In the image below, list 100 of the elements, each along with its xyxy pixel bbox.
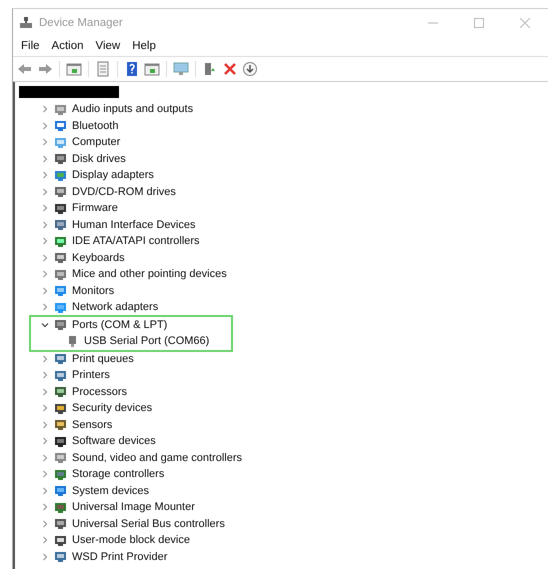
- collapse-chevron[interactable]: [41, 320, 49, 329]
- device-icon: [54, 368, 67, 382]
- tree-item[interactable]: Ports (COM & LPT): [72, 318, 168, 331]
- expand-chevron[interactable]: [41, 503, 49, 512]
- tree-item[interactable]: Processors: [72, 386, 128, 398]
- tree-item[interactable]: Printers: [72, 369, 110, 382]
- device-icon: [54, 402, 67, 415]
- menu-item[interactable]: Action: [46, 40, 90, 52]
- tree-item[interactable]: Bluetooth: [72, 120, 118, 132]
- device-icon: [54, 136, 67, 149]
- tree-item[interactable]: Universal Serial Bus controllers: [72, 518, 225, 530]
- expand-chevron[interactable]: [41, 354, 49, 363]
- window-title: Device Manager: [39, 16, 124, 28]
- device-add-icon[interactable]: [202, 61, 218, 77]
- window-icon[interactable]: [144, 61, 160, 77]
- expand-chevron[interactable]: [41, 122, 49, 130]
- expand-chevron[interactable]: [41, 437, 49, 446]
- menu-item[interactable]: View: [90, 40, 126, 52]
- tree-item[interactable]: Print queues: [72, 352, 134, 365]
- tree-item[interactable]: Firmware: [72, 202, 118, 214]
- expand-chevron[interactable]: [41, 486, 49, 495]
- window-icon[interactable]: [66, 61, 82, 77]
- close-icon[interactable]: [520, 18, 530, 28]
- tree-item[interactable]: WSD Print Provider: [72, 550, 168, 563]
- expand-chevron[interactable]: [41, 470, 49, 478]
- expand-chevron[interactable]: [41, 303, 49, 312]
- expand-chevron[interactable]: [41, 254, 49, 262]
- tree-item[interactable]: Sound, video and game controllers: [72, 452, 242, 464]
- device-icon: [54, 500, 67, 514]
- tree-item[interactable]: Mice and other pointing devices: [72, 268, 227, 280]
- device-icon: [54, 251, 67, 264]
- device-icon: [54, 202, 67, 215]
- expand-chevron[interactable]: [41, 404, 49, 412]
- device-icon: [54, 185, 67, 198]
- device-icon: [54, 434, 67, 448]
- tree-item[interactable]: Security devices: [72, 402, 152, 414]
- download-icon[interactable]: [242, 61, 258, 77]
- expand-chevron[interactable]: [41, 237, 49, 246]
- expand-chevron[interactable]: [41, 552, 49, 561]
- expand-chevron[interactable]: [41, 286, 49, 295]
- expand-chevron[interactable]: [41, 171, 49, 180]
- device-icon: [54, 484, 67, 498]
- expand-chevron[interactable]: [41, 270, 49, 278]
- tree-item[interactable]: Universal Image Mounter: [72, 501, 195, 514]
- tree-item[interactable]: IDE ATA/ATAPI controllers: [72, 235, 200, 248]
- expand-chevron[interactable]: [41, 220, 49, 229]
- maximize-icon[interactable]: [474, 18, 484, 28]
- expand-chevron[interactable]: [41, 188, 49, 196]
- device-icon: [54, 550, 67, 564]
- device-icon: [54, 418, 67, 432]
- expand-chevron[interactable]: [41, 536, 49, 544]
- expand-chevron[interactable]: [41, 371, 49, 380]
- expand-chevron[interactable]: [41, 454, 49, 462]
- device-icon: [54, 385, 67, 398]
- device-icon: [54, 517, 67, 530]
- expand-chevron[interactable]: [41, 388, 49, 396]
- app-icon: [19, 16, 33, 30]
- device-icon: [54, 468, 67, 481]
- device-icon: [54, 534, 67, 547]
- expand-chevron[interactable]: [41, 520, 49, 528]
- tree-item[interactable]: Keyboards: [72, 252, 125, 264]
- tree-item[interactable]: Storage controllers: [72, 468, 164, 480]
- tree-item[interactable]: Human Interface Devices: [72, 218, 196, 231]
- tree-item[interactable]: USB Serial Port (COM66): [84, 335, 210, 348]
- delete-icon[interactable]: [222, 61, 238, 77]
- back-arrow-icon[interactable]: [17, 61, 33, 77]
- device-icon: [54, 102, 67, 116]
- expand-chevron[interactable]: [41, 420, 49, 429]
- device-icon: [54, 268, 67, 281]
- forward-arrow-icon[interactable]: [37, 61, 53, 77]
- device-icon: [54, 168, 67, 182]
- expand-chevron[interactable]: [41, 105, 49, 114]
- device-icon: [54, 318, 67, 332]
- expand-chevron[interactable]: [41, 138, 49, 146]
- port-icon: [66, 334, 79, 348]
- tree-item[interactable]: Monitors: [72, 284, 114, 297]
- properties-icon[interactable]: [95, 61, 111, 77]
- device-icon: [54, 300, 67, 314]
- tree-item[interactable]: Software devices: [72, 435, 156, 448]
- tree-item[interactable]: DVD/CD-ROM drives: [72, 186, 176, 198]
- tree-item[interactable]: Display adapters: [72, 169, 154, 182]
- tree-item[interactable]: Audio inputs and outputs: [72, 103, 194, 116]
- device-icon: [54, 234, 67, 248]
- device-icon: [54, 152, 67, 166]
- tree-item[interactable]: Network adapters: [72, 301, 158, 314]
- tree-item[interactable]: User-mode block device: [72, 534, 190, 546]
- tree-item[interactable]: System devices: [72, 484, 150, 497]
- device-icon: [54, 218, 67, 232]
- menu-item[interactable]: Help: [126, 40, 162, 52]
- tree-item[interactable]: Computer: [72, 136, 120, 148]
- expand-chevron[interactable]: [41, 204, 49, 212]
- tree-item[interactable]: Disk drives: [72, 152, 126, 165]
- device-icon: [54, 119, 67, 132]
- expand-chevron[interactable]: [41, 154, 49, 163]
- help-icon[interactable]: [124, 61, 140, 77]
- device-icon: [54, 352, 67, 366]
- monitor-icon[interactable]: [173, 61, 189, 77]
- menu-item[interactable]: File: [15, 40, 46, 52]
- tree-item[interactable]: Sensors: [72, 418, 112, 431]
- device-icon: [54, 451, 67, 464]
